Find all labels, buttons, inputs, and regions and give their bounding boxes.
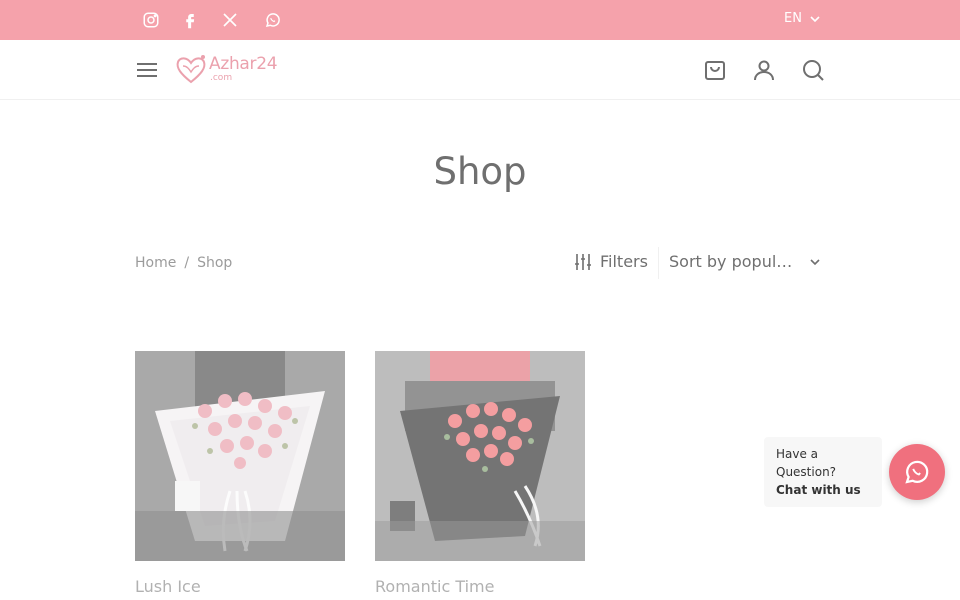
user-icon[interactable] xyxy=(752,58,776,82)
product-card[interactable]: Lush Ice xyxy=(135,351,345,596)
chevron-down-icon xyxy=(810,15,820,22)
filters-button[interactable]: Filters xyxy=(574,252,648,271)
filters-label: Filters xyxy=(600,252,648,271)
product-image-romantic-time[interactable] xyxy=(375,351,585,561)
whatsapp-icon[interactable] xyxy=(262,9,284,31)
site-header: Azhar24 .com xyxy=(0,40,960,100)
heart-flower-logo-icon xyxy=(176,55,206,84)
language-label: EN xyxy=(784,11,802,26)
chevron-down-icon xyxy=(810,258,820,265)
whatsapp-icon xyxy=(905,460,929,484)
sort-label: Sort by popul… xyxy=(669,252,793,271)
page-title: Shop xyxy=(433,150,527,193)
sort-select[interactable]: Sort by popul… xyxy=(669,252,821,271)
search-icon[interactable] xyxy=(801,58,825,82)
cart-icon[interactable] xyxy=(703,58,727,82)
product-card[interactable]: Romantic Time xyxy=(375,351,585,596)
facebook-icon[interactable] xyxy=(179,9,201,31)
breadcrumb-home[interactable]: Home xyxy=(135,255,176,271)
logo-domain: .com xyxy=(210,73,233,83)
filter-sliders-icon xyxy=(575,253,591,270)
x-twitter-icon[interactable] xyxy=(219,9,241,31)
chat-prompt-bubble[interactable]: Have a Question? Chat with us xyxy=(764,437,882,507)
breadcrumb-separator: / xyxy=(184,255,190,271)
toolbar-divider xyxy=(658,247,659,279)
instagram-icon[interactable] xyxy=(140,9,162,31)
top-bar: EN xyxy=(0,0,960,40)
chat-prompt-text: Have a Question? xyxy=(776,447,837,479)
language-selector[interactable]: EN xyxy=(784,11,820,26)
menu-icon[interactable] xyxy=(136,60,158,80)
product-image-lush-ice[interactable] xyxy=(135,351,345,561)
whatsapp-chat-button[interactable] xyxy=(889,444,945,500)
logo-text: Azhar24 xyxy=(209,54,278,74)
product-name[interactable]: Romantic Time xyxy=(375,577,494,596)
product-name[interactable]: Lush Ice xyxy=(135,577,201,596)
site-logo[interactable]: Azhar24 .com xyxy=(173,52,298,88)
breadcrumb-current: Shop xyxy=(197,255,233,271)
chat-cta-text: Chat with us xyxy=(776,483,861,497)
breadcrumb: Home / Shop xyxy=(135,255,232,271)
